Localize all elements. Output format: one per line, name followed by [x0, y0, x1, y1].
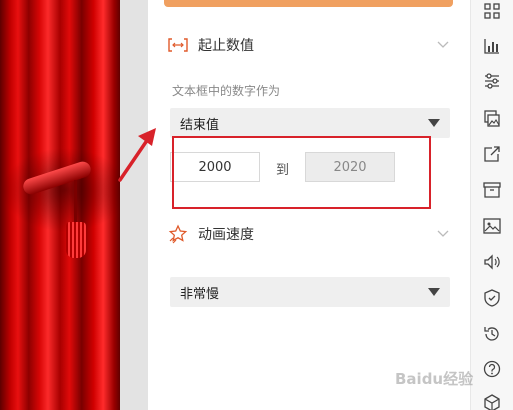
tassel-icon: [66, 222, 86, 258]
image-icon[interactable]: [481, 215, 503, 237]
number-role-label: 文本框中的数字作为: [172, 84, 281, 98]
archive-icon[interactable]: [481, 179, 503, 201]
number-role-select[interactable]: 结束值: [170, 108, 450, 138]
annotation-highlight-box: [172, 136, 431, 209]
help-icon[interactable]: [481, 358, 503, 380]
dropdown-triangle-icon: [428, 288, 440, 296]
chevron-down-icon[interactable]: [436, 227, 450, 241]
chevron-down-icon[interactable]: [436, 38, 450, 52]
preview-gutter: [120, 0, 148, 410]
range-icon: [168, 35, 188, 55]
bar-chart-icon[interactable]: [481, 35, 503, 57]
curtain-shadow: [0, 0, 120, 410]
shield-icon[interactable]: [481, 287, 503, 309]
speed-section-title: 动画速度: [198, 227, 254, 243]
range-section-header[interactable]: 起止数值: [168, 33, 450, 57]
range-section-title: 起止数值: [198, 38, 254, 54]
dropdown-triangle-icon: [428, 119, 440, 127]
image-gallery-icon[interactable]: [481, 108, 503, 130]
right-toolbar: [470, 0, 513, 410]
sliders-icon[interactable]: [481, 70, 503, 92]
speed-select[interactable]: 非常慢: [170, 277, 450, 307]
top-action-bar[interactable]: [164, 0, 453, 7]
cube-icon[interactable]: [481, 392, 503, 410]
apps-icon[interactable]: [481, 0, 503, 22]
curtain-preview: [0, 0, 120, 410]
number-role-value: 结束值: [180, 117, 220, 133]
history-icon[interactable]: [481, 323, 503, 345]
annotation-arrow-icon: [118, 128, 156, 182]
star-burst-icon: [168, 224, 188, 244]
speed-section-header[interactable]: 动画速度: [168, 222, 450, 246]
speed-value: 非常慢: [180, 286, 220, 302]
tassel-cord: [74, 180, 77, 225]
volume-icon[interactable]: [481, 251, 503, 273]
share-icon[interactable]: [481, 143, 503, 165]
